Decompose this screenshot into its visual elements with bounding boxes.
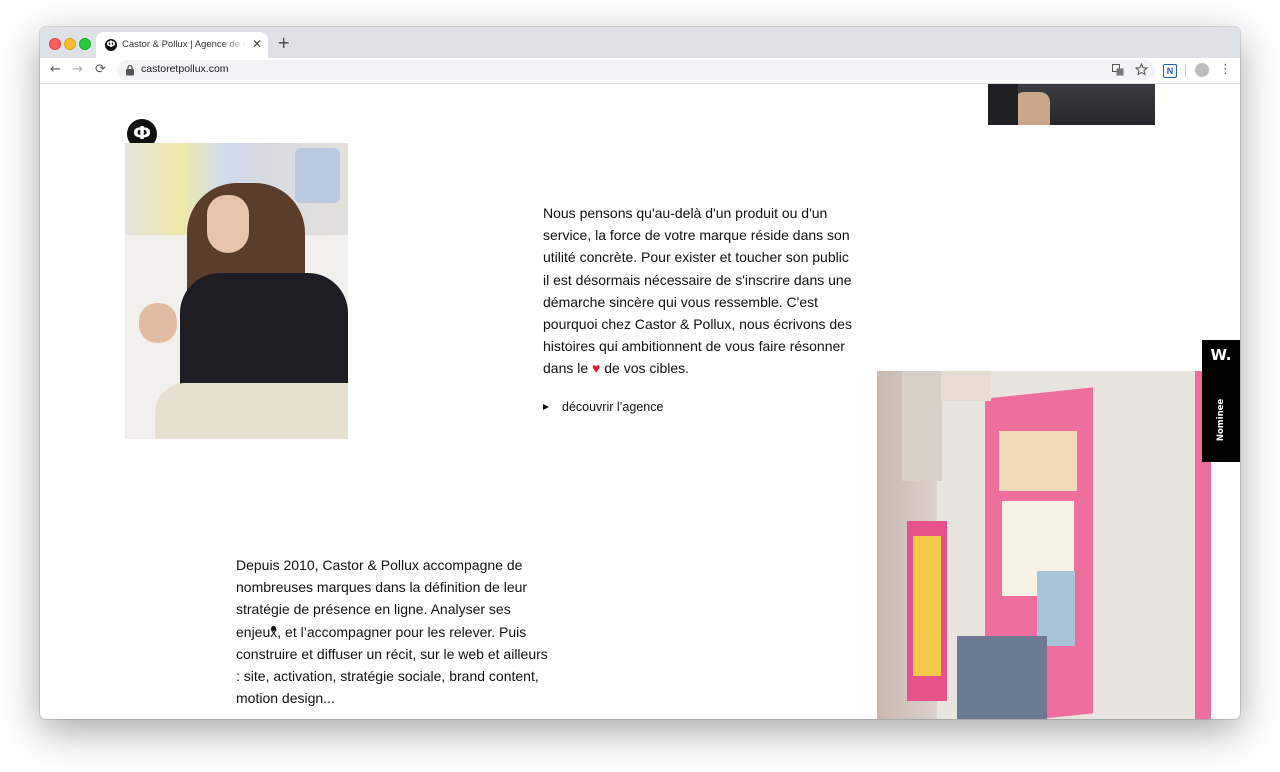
profile-icon[interactable]: [1195, 63, 1209, 77]
star-icon[interactable]: [1135, 63, 1148, 76]
maximize-window-button[interactable]: [79, 38, 91, 50]
site-favicon-icon: Ф: [105, 39, 117, 51]
top-photo: [988, 84, 1155, 125]
intro-text: Nous pensons qu'au-delà d'un produit ou …: [543, 205, 852, 377]
new-tab-button[interactable]: +: [277, 35, 290, 51]
close-window-button[interactable]: [49, 38, 61, 50]
nominee-label: Nominee: [1216, 398, 1226, 442]
back-arrow-icon[interactable]: ←: [50, 62, 61, 78]
discover-agency-link[interactable]: découvrir l’agence: [543, 400, 663, 414]
page-content: Ф Nous pensons qu'au-delà d'un produit o…: [40, 84, 1240, 719]
url-text[interactable]: castoretpollux.com: [141, 63, 229, 75]
mouse-cursor: [271, 626, 276, 631]
browser-toolbar: ← → ⟳ castoretpollux.com N ⋮: [40, 58, 1240, 84]
team-photo: [125, 143, 348, 439]
history-paragraph: Depuis 2010, Castor & Pollux accompagne …: [236, 557, 548, 707]
browser-window: Ф Castor & Pollux | Agence de contenu ✕ …: [40, 27, 1240, 719]
awwwards-logo: W.: [1210, 346, 1232, 364]
cta-label: découvrir l’agence: [562, 400, 664, 414]
tab-title: Castor & Pollux | Agence de contenu: [122, 39, 247, 50]
tab-strip: Ф Castor & Pollux | Agence de contenu ✕ …: [40, 27, 1240, 58]
intro-text-end: de vos cibles.: [604, 360, 690, 377]
heart-icon: ♥: [592, 360, 601, 377]
moodboard-photo: [877, 371, 1211, 719]
play-arrow-icon: [543, 404, 549, 410]
reload-icon[interactable]: ⟳: [95, 62, 106, 78]
forward-arrow-icon[interactable]: →: [72, 62, 83, 78]
extension-icon[interactable]: N: [1163, 64, 1177, 78]
intro-paragraph: Nous pensons qu'au-delà d'un produit ou …: [543, 202, 853, 380]
lock-icon: [126, 64, 134, 76]
kebab-menu-icon[interactable]: ⋮: [1219, 62, 1232, 78]
toolbar-divider: [1185, 64, 1186, 77]
translate-icon[interactable]: [1112, 64, 1124, 76]
awwwards-nominee-badge[interactable]: W. Nominee: [1202, 340, 1240, 462]
minimize-window-button[interactable]: [64, 38, 76, 50]
browser-tab-active[interactable]: Ф Castor & Pollux | Agence de contenu ✕: [96, 32, 268, 58]
address-bar[interactable]: castoretpollux.com: [117, 60, 1155, 80]
tab-close-icon[interactable]: ✕: [252, 37, 262, 51]
